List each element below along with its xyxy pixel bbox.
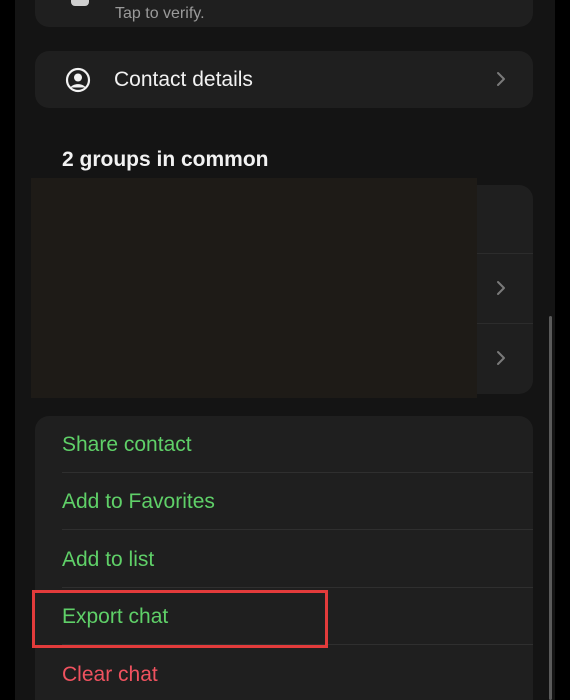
chevron-right-icon — [497, 72, 505, 86]
contact-details-label: Contact details — [114, 68, 253, 91]
share-contact-button[interactable]: Share contact — [35, 416, 533, 473]
contact-info-screen: Tap to verify. Contact details 2 groups … — [15, 0, 555, 700]
action-label: Add to list — [62, 548, 155, 571]
action-label: Share contact — [62, 433, 192, 456]
redacted-groups-overlay — [31, 178, 477, 398]
scrollbar[interactable] — [549, 316, 552, 700]
groups-in-common-heading: 2 groups in common — [62, 148, 269, 171]
actions-list: Share contact Add to Favorites Add to li… — [35, 416, 533, 700]
divider — [62, 529, 533, 530]
person-circle-icon — [65, 67, 91, 93]
contact-details-row[interactable]: Contact details — [35, 51, 533, 108]
add-to-favorites-button[interactable]: Add to Favorites — [35, 473, 533, 530]
clear-chat-button[interactable]: Clear chat — [35, 646, 533, 700]
action-label: Add to Favorites — [62, 490, 215, 513]
chevron-right-icon[interactable] — [493, 280, 509, 296]
verify-subtitle: Tap to verify. — [115, 5, 205, 22]
export-chat-highlight — [32, 590, 328, 648]
encryption-verify-row[interactable]: Tap to verify. — [35, 0, 533, 27]
add-to-list-button[interactable]: Add to list — [35, 531, 533, 588]
lock-icon — [71, 0, 89, 6]
action-label: Clear chat — [62, 663, 158, 686]
chevron-right-icon[interactable] — [493, 350, 509, 366]
